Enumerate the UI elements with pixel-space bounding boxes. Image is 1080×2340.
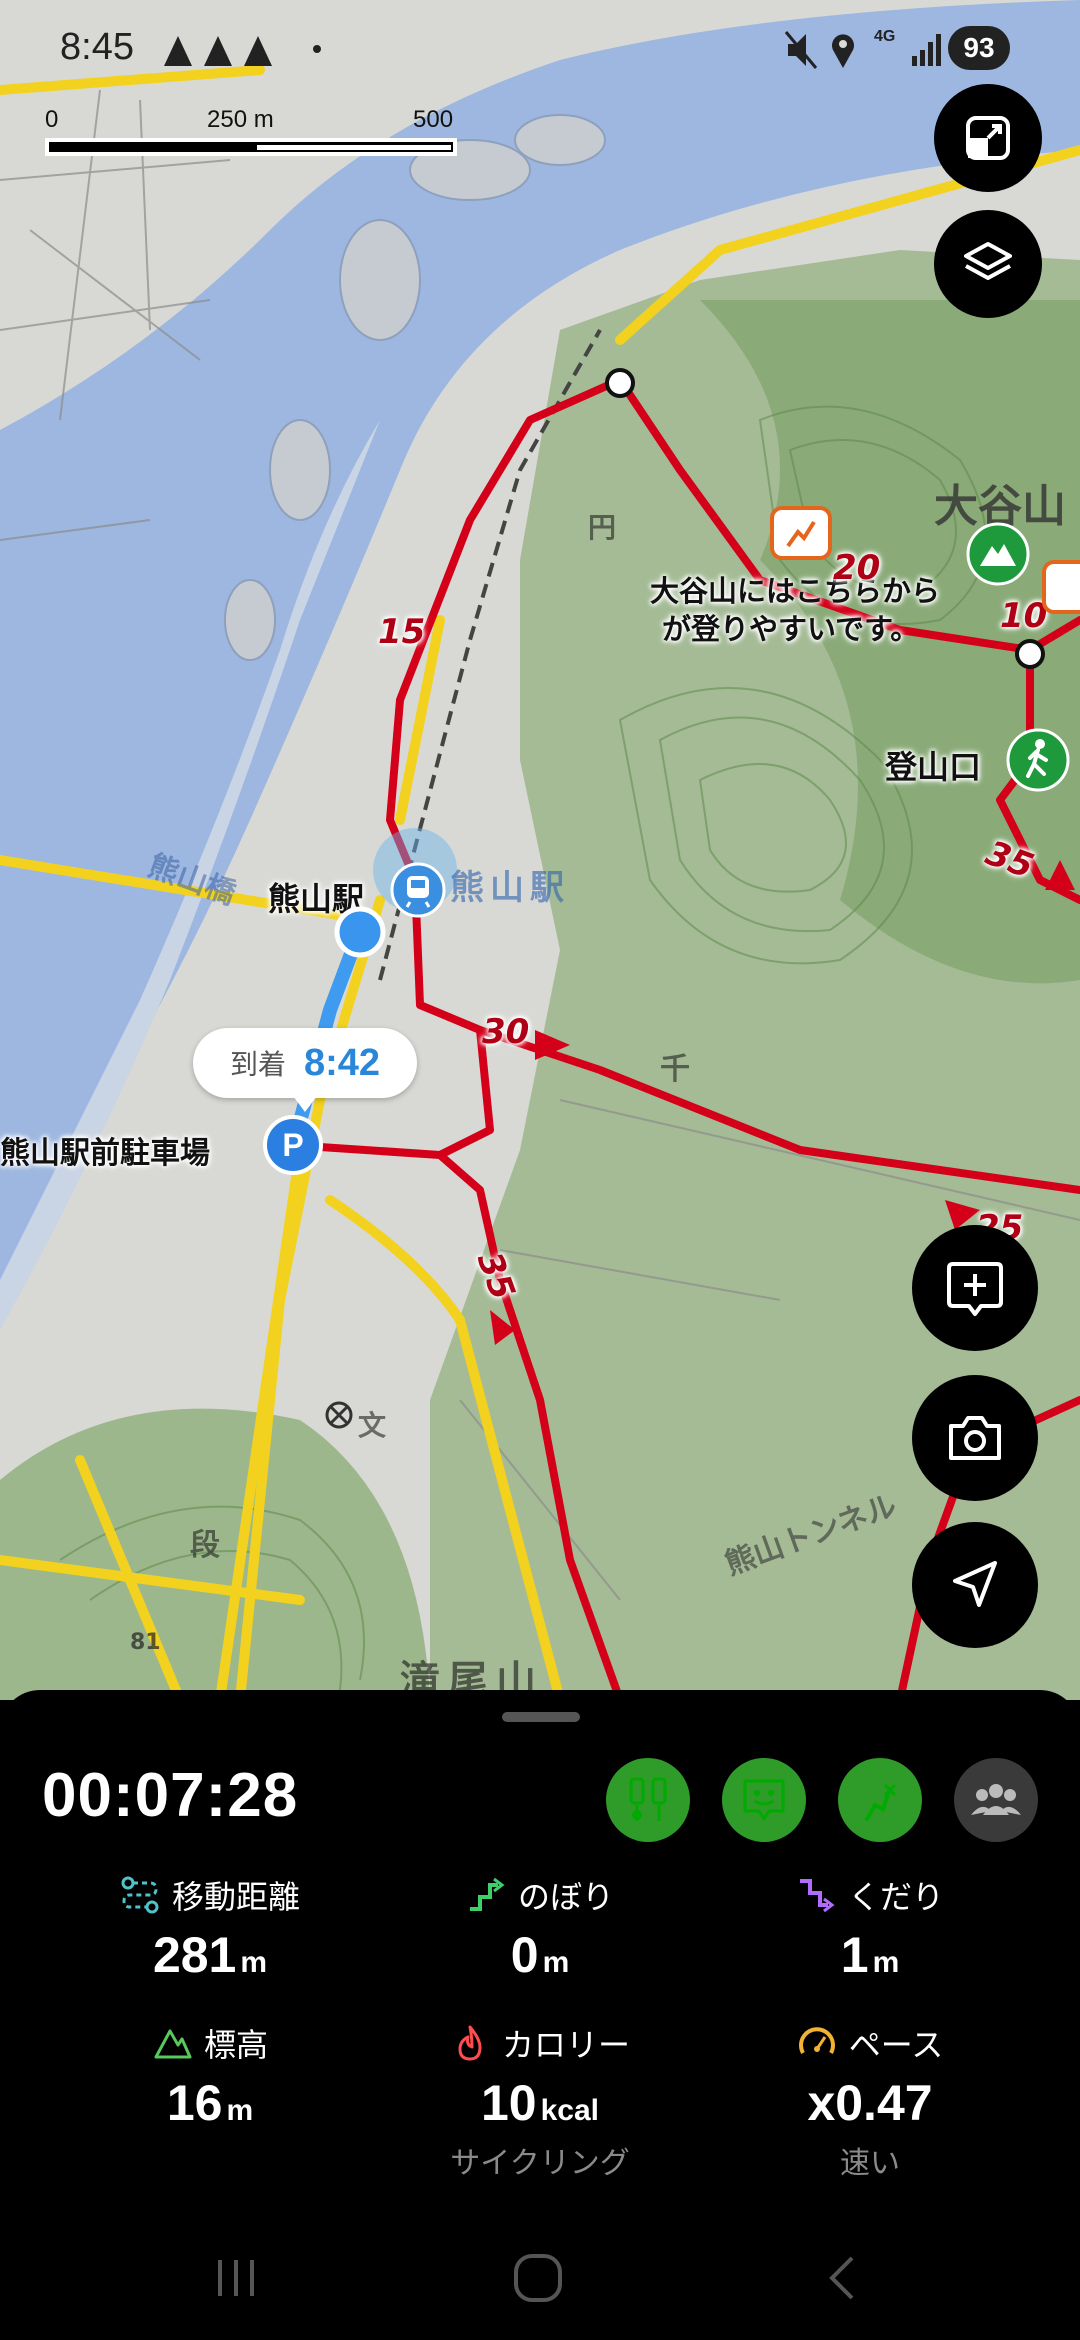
trailhead-label: 登山口 — [885, 748, 982, 786]
stat-label: 移動距離 — [171, 1878, 300, 1916]
stat-unit: m — [542, 1946, 570, 1979]
stat-descent: くだり 1m — [690, 1872, 1050, 1984]
landmark-icon — [325, 1401, 353, 1429]
stat-label: カロリー — [501, 2026, 630, 2064]
elevation-label: 81 — [130, 1630, 161, 1655]
parking-icon[interactable]: P — [262, 1114, 324, 1176]
expand-icon — [966, 116, 1010, 160]
expand-button[interactable] — [934, 84, 1042, 192]
mute-icon — [784, 31, 818, 69]
navigate-icon — [953, 1561, 997, 1607]
stat-value: x0.47 — [807, 2075, 933, 2131]
route-sign-icon[interactable] — [770, 506, 832, 562]
dot-icon — [313, 45, 321, 53]
gear-icon — [629, 1777, 667, 1821]
back-icon[interactable] — [816, 2250, 872, 2306]
elevation-icon — [154, 2029, 192, 2059]
parking-label: 熊山駅前駐車場 — [0, 1136, 210, 1171]
school-label: 文 — [358, 1409, 387, 1442]
flame-icon — [458, 2025, 482, 2061]
stat-value: 0 — [510, 1927, 539, 1983]
system-nav-bar — [0, 2220, 1080, 2340]
route-number: 10 — [1000, 596, 1048, 636]
scale-label: 250 m — [207, 106, 274, 133]
home-icon[interactable] — [510, 2250, 566, 2306]
group-icon — [971, 1784, 1021, 1815]
route-note-line2: が登りやすいです。 — [662, 612, 920, 646]
stat-ascent: のぼり 0m — [360, 1872, 720, 1984]
ascent-icon — [469, 1877, 505, 1911]
camera-button[interactable] — [912, 1375, 1038, 1501]
shrine-label: 円 — [588, 511, 617, 544]
layers-icon — [964, 242, 1012, 280]
location-icon — [832, 34, 854, 68]
arrival-time: 8:42 — [303, 1041, 381, 1084]
speedometer-icon — [798, 2027, 835, 2054]
stat-unit: m — [872, 1946, 900, 1979]
drag-handle[interactable] — [502, 1712, 580, 1722]
checkpoint-button[interactable] — [606, 1758, 690, 1842]
stat-value: 10 — [480, 2075, 537, 2131]
stat-pace: ペース x0.47 速い — [690, 2020, 1050, 2182]
stat-label: のぼり — [517, 1878, 614, 1916]
stat-elevation: 標高 16 m — [30, 2020, 390, 2132]
stat-unit: m — [240, 1946, 268, 1979]
emoji-button[interactable] — [722, 1758, 806, 1842]
battery-icon: 93 — [948, 26, 1010, 70]
place-chi-label: 千 — [660, 1052, 690, 1087]
route-note-line1: 大谷山にはこちらから — [650, 574, 941, 608]
navigate-button[interactable] — [912, 1522, 1038, 1648]
camera-icon — [949, 1416, 1001, 1460]
train-station-icon[interactable] — [390, 862, 446, 918]
add-memo-icon — [947, 1262, 1003, 1316]
pace-description: 速い — [840, 2146, 900, 2181]
stat-label: ペース — [848, 2026, 944, 2064]
stat-unit: kcal — [540, 2094, 599, 2127]
route-icon — [865, 1783, 897, 1821]
route-number: 30 — [482, 1012, 530, 1052]
stat-label: くだり — [847, 1878, 944, 1916]
arrival-bubble: 到着 8:42 — [193, 1028, 417, 1112]
signal-icon — [912, 34, 941, 66]
stat-unit: m — [226, 2094, 254, 2127]
recents-icon[interactable] — [208, 2250, 264, 2306]
distance-icon — [121, 1876, 159, 1914]
arrival-label: 到着 — [229, 1048, 286, 1081]
scale-label: 0 — [45, 106, 59, 133]
current-location-icon — [334, 906, 386, 958]
emoji-icon — [743, 1779, 785, 1821]
stat-label: 標高 — [203, 2026, 268, 2064]
route-number: 15 — [378, 612, 426, 652]
svg-text:P: P — [282, 1127, 303, 1163]
stat-value: 281 — [152, 1927, 237, 1983]
route-number: 20 — [833, 548, 881, 588]
group-button[interactable] — [954, 1758, 1038, 1842]
status-time: 8:45 — [60, 26, 134, 68]
add-memo-button[interactable] — [912, 1225, 1038, 1351]
mountain-icon — [164, 36, 272, 66]
stat-value: 16 — [166, 2075, 223, 2131]
layers-button[interactable] — [934, 210, 1042, 318]
activity-type: サイクリング — [450, 2146, 630, 2181]
route-sign-icon[interactable] — [1042, 560, 1080, 616]
stat-calories: カロリー 10 kcal サイクリング — [360, 2020, 720, 2182]
network-4g-icon: 4G — [874, 28, 896, 45]
route-button[interactable] — [838, 1758, 922, 1842]
stat-distance: 移動距離 281 m — [30, 1872, 390, 1984]
stat-value: 1 — [840, 1927, 869, 1983]
hiker-icon[interactable] — [1006, 728, 1070, 792]
step-label: 段 — [190, 1528, 220, 1563]
station-map-label: 熊山駅 — [450, 868, 570, 908]
scale-bar: 0 250 m 500 m — [45, 106, 465, 166]
mountain-peak-icon[interactable] — [966, 522, 1030, 586]
status-bar: 8:45 4G 93 — [0, 20, 1080, 80]
descent-icon — [799, 1879, 835, 1913]
elapsed-time: 00:07:28 — [42, 1761, 299, 1830]
map-view[interactable]: 熊山駅 熊山駅 熊山駅前駐車場 登山口 大谷山にはこちらから が登りやすいです。… — [0, 0, 1080, 1700]
